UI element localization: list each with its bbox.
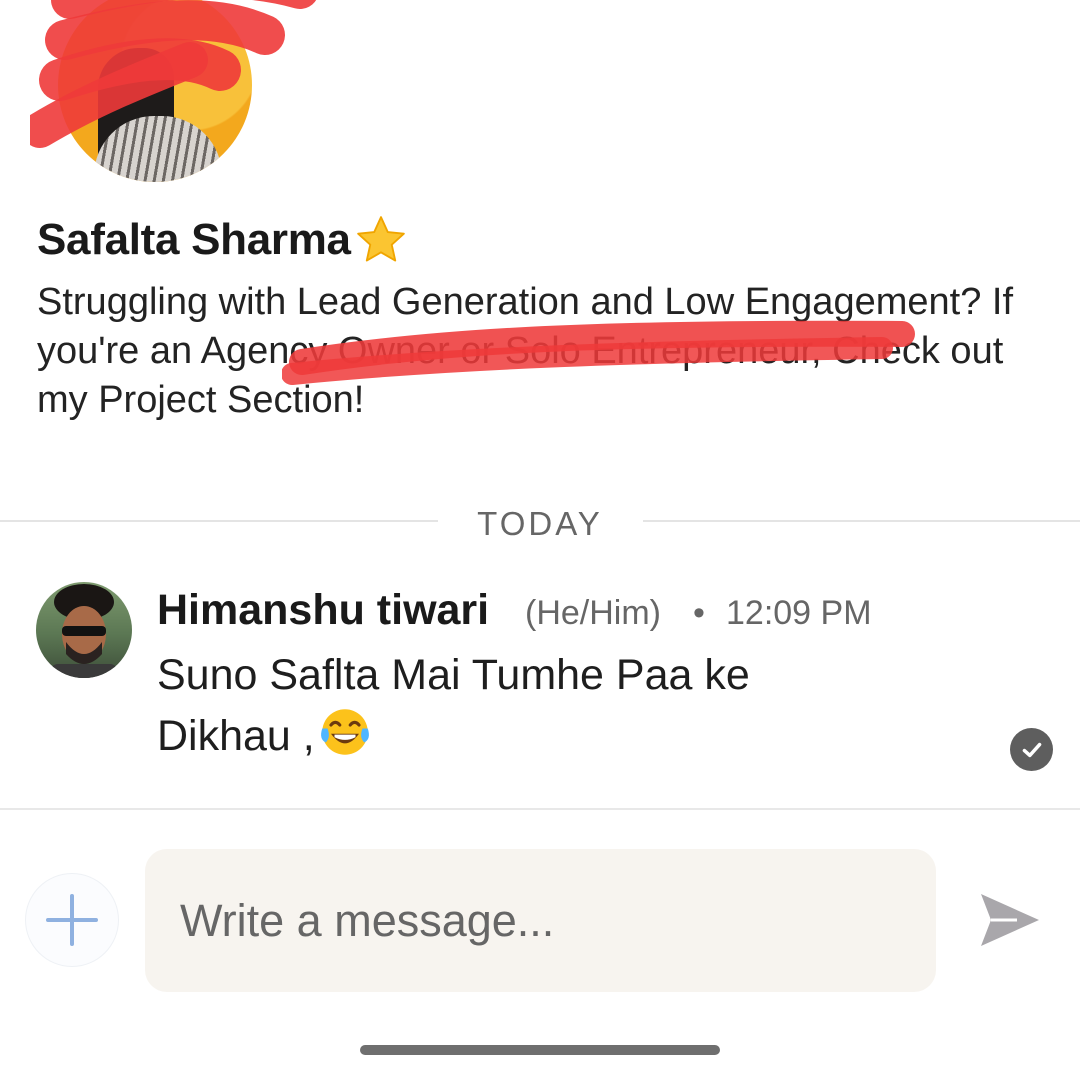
plus-icon <box>46 894 98 946</box>
profile-headline: Struggling with Lead Generation and Low … <box>37 281 1013 421</box>
sender-avatar-portrait <box>50 584 118 678</box>
meta-separator: • <box>693 594 705 632</box>
profile-name[interactable]: Safalta Sharma <box>37 212 409 268</box>
send-icon <box>981 894 1039 946</box>
attach-button[interactable] <box>26 874 118 966</box>
home-indicator[interactable] <box>360 1045 720 1055</box>
message-body-text: Suno Saflta Mai Tumhe Paa ke Dikhau , <box>157 651 750 760</box>
date-divider-label: TODAY <box>477 505 603 542</box>
face-with-tears-of-joy-icon <box>320 709 369 755</box>
message-input[interactable] <box>145 849 936 992</box>
profile-name-text: Safalta Sharma <box>37 215 351 264</box>
check-mark-glyph <box>1022 742 1041 757</box>
sender-pronouns: (He/Him) <box>525 594 661 632</box>
read-check-icon <box>1010 728 1053 771</box>
star-icon <box>356 216 405 262</box>
message-body: Suno Saflta Mai Tumhe Paa ke Dikhau , <box>157 646 877 765</box>
sender-name[interactable]: Himanshu tiwari <box>157 586 489 635</box>
profile-avatar[interactable] <box>58 0 252 182</box>
send-button[interactable] <box>970 880 1050 960</box>
message-timestamp: 12:09 PM <box>726 594 872 632</box>
sender-avatar[interactable] <box>36 582 132 678</box>
composer-divider <box>0 808 1080 810</box>
